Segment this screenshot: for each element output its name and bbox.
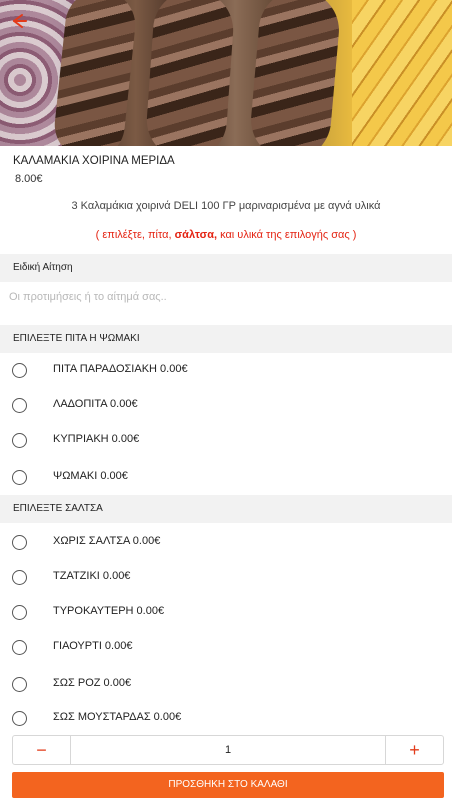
radio-button[interactable] [12,605,27,620]
note-text-bold: σάλτσα, [174,229,218,241]
decrease-quantity-button[interactable]: − [13,736,71,764]
option-label: ΚΥΠΡΙΑΚΗ 0.00€ [53,433,140,445]
radio-button[interactable] [12,711,27,726]
sauce-option[interactable]: ΧΩΡΙΣ ΣΑΛΤΣΑ 0.00€ [0,525,452,560]
product-price: 8.00€ [15,173,43,185]
note-text-before: ( επιλέξτε, πίτα, [95,229,175,241]
pita-option[interactable]: ΠΙΤΑ ΠΑΡΑΔΟΣΙΑΚΗ 0.00€ [0,353,452,388]
radio-button[interactable] [12,433,27,448]
sauce-option[interactable]: ΤΖΑΤΖΙΚΙ 0.00€ [0,560,452,595]
quantity-stepper: − 1 + [12,735,444,765]
increase-quantity-button[interactable]: + [385,736,443,764]
note-text-after: και υλικά της επιλογής σας ) [217,229,357,241]
sauce-option[interactable]: ΣΩΣ ΡΟΖ 0.00€ [0,667,452,702]
special-request-header: Ειδική Αίτηση [0,254,452,282]
product-image [0,0,452,146]
pita-option[interactable]: ΨΩΜΑΚΙ 0.00€ [0,460,452,495]
product-note: ( επιλέξτε, πίτα, σάλτσα, και υλικά της … [0,229,452,241]
option-label: ΛΑΔΟΠΙΤΑ 0.00€ [53,398,138,410]
sauce-option[interactable]: ΤΥΡΟΚΑΥΤΕΡΗ 0.00€ [0,595,452,630]
option-label: ΣΩΣ ΡΟΖ 0.00€ [53,677,132,689]
option-label: ΣΩΣ ΜΟΥΣΤΑΡΔΑΣ 0.00€ [53,711,182,723]
radio-button[interactable] [12,570,27,585]
radio-button[interactable] [12,677,27,692]
option-label: ΤΖΑΤΖΙΚΙ 0.00€ [53,570,131,582]
radio-button[interactable] [12,640,27,655]
radio-button[interactable] [12,470,27,485]
option-label: ΓΙΑΟΥΡΤΙ 0.00€ [53,640,133,652]
option-label: ΨΩΜΑΚΙ 0.00€ [53,470,128,482]
sauce-option[interactable]: ΓΙΑΟΥΡΤΙ 0.00€ [0,630,452,665]
radio-button[interactable] [12,535,27,550]
pita-section-header: ΕΠΙΛΕΞΤΕ ΠΙΤΑ Η ΨΩΜΑΚΙ [0,325,452,353]
order-footer: − 1 + ΠΡΟΣΘΗΚΗ ΣΤΟ ΚΑΛΑΘΙ [0,726,452,800]
product-title: ΚΑΛΑΜΑΚΙΑ ΧΟΙΡΙΝΑ ΜΕΡΙΔΑ [13,155,175,167]
quantity-value: 1 [224,744,232,756]
radio-button[interactable] [12,398,27,413]
option-label: ΧΩΡΙΣ ΣΑΛΤΣΑ 0.00€ [53,535,161,547]
option-label: ΠΙΤΑ ΠΑΡΑΔΟΣΙΑΚΗ 0.00€ [53,363,188,375]
arrow-left-icon[interactable] [8,10,30,32]
sauce-section-header: ΕΠΙΛΕΞΤΕ ΣΑΛΤΣΑ [0,495,452,523]
add-to-cart-button[interactable]: ΠΡΟΣΘΗΚΗ ΣΤΟ ΚΑΛΑΘΙ [12,772,444,798]
option-label: ΤΥΡΟΚΑΥΤΕΡΗ 0.00€ [53,605,165,617]
special-request-input[interactable] [0,282,452,312]
product-description: 3 Καλαμάκια χοιρινά DELI 100 ΓΡ μαριναρι… [71,200,381,212]
pita-option[interactable]: ΚΥΠΡΙΑΚΗ 0.00€ [0,423,452,458]
radio-button[interactable] [12,363,27,378]
pita-option[interactable]: ΛΑΔΟΠΙΤΑ 0.00€ [0,388,452,423]
